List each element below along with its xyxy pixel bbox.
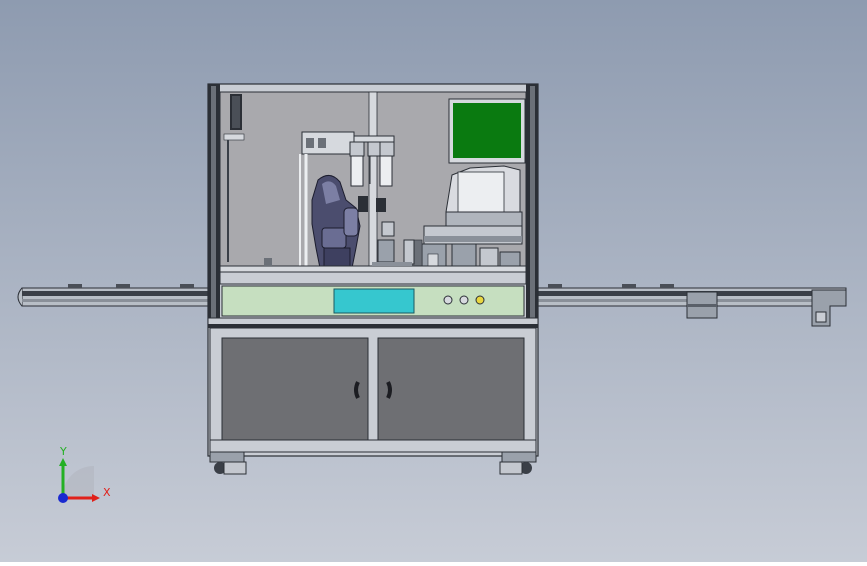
indicator-light [475,295,485,305]
door-handle-right [386,381,392,399]
control-panel [207,271,539,328]
z-axis-origin [58,493,68,503]
work-table [219,265,527,273]
monitor-screen [453,103,521,158]
door-handle-left [354,381,360,399]
cabinet-door-left [221,337,369,443]
cad-viewport[interactable]: X Y [0,0,867,562]
cad-model-svg: X Y [0,0,867,562]
monitor [448,98,526,164]
lower-cabinet [209,327,537,453]
x-axis-label: X [103,486,111,499]
indicator-light [459,295,469,305]
y-axis-label: Y [59,445,67,458]
sensor-small [264,258,272,266]
indicator-light [443,295,453,305]
hmi-display [333,288,415,314]
cabinet-door-right [377,337,525,443]
